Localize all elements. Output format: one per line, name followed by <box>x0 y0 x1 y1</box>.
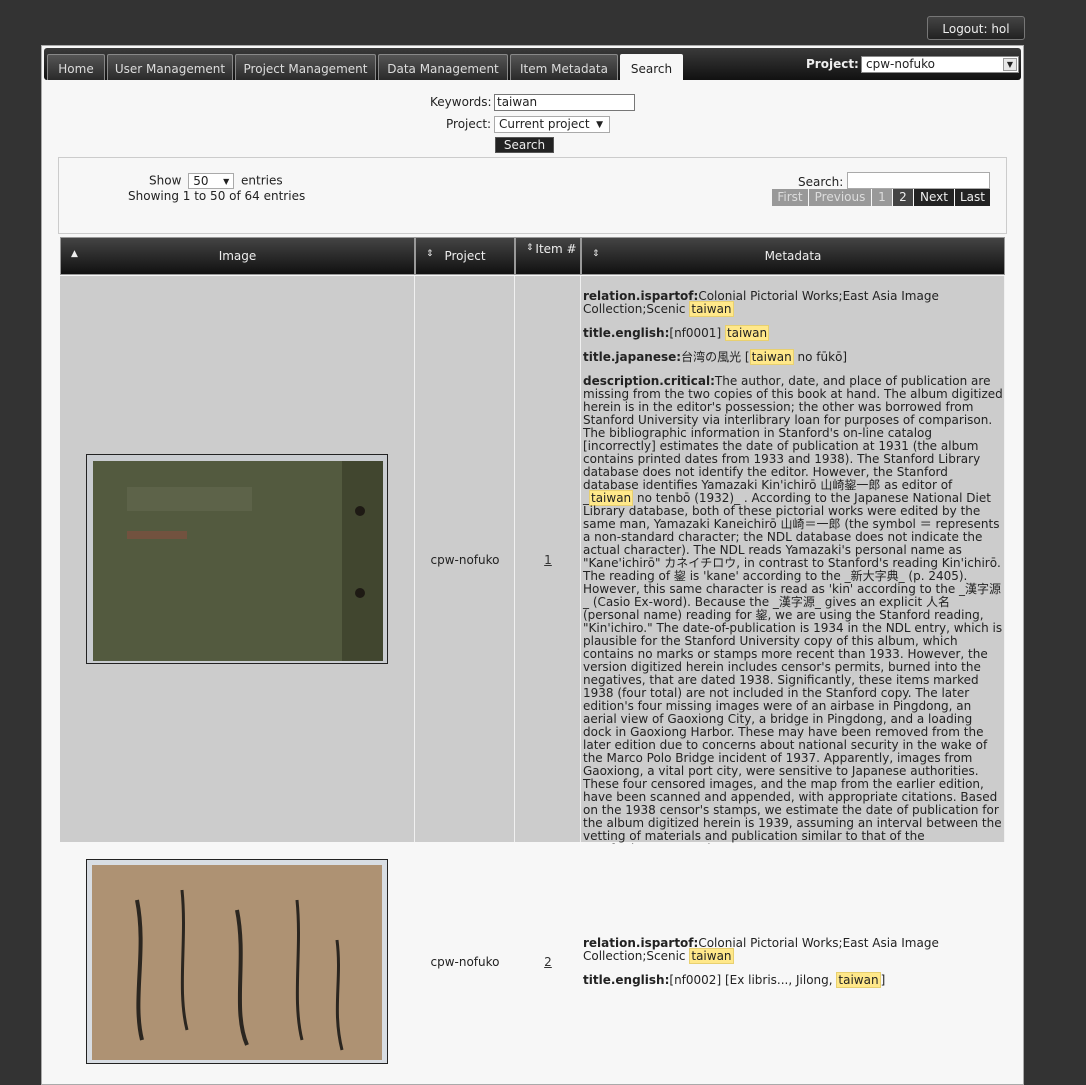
field-key: title.japanese: <box>583 350 682 364</box>
nav-bar: Home User Management Project Management … <box>44 48 1021 82</box>
col-header-item-label: Item # <box>535 242 577 256</box>
field-value: ] <box>880 973 886 987</box>
field-value: [nf0001] <box>669 326 725 340</box>
search-button[interactable]: Search <box>495 137 554 153</box>
item-link[interactable]: 2 <box>515 955 581 969</box>
album-cover-image <box>93 461 383 661</box>
field-key: relation.ispartof: <box>583 936 699 950</box>
col-header-project[interactable]: ⇕ Project <box>415 237 515 275</box>
pager-page-1[interactable]: 1 <box>872 189 892 206</box>
entries-select[interactable]: 50 ▼ <box>188 173 235 189</box>
tab-user-management[interactable]: User Management <box>107 54 233 80</box>
field-value: [nf0002] [Ex libris..., Jilong, <box>669 973 837 987</box>
entries-label: entries <box>241 173 283 188</box>
table-search-label: Search: <box>798 175 844 189</box>
pager-previous[interactable]: Previous <box>809 189 871 206</box>
keywords-label: Keywords: <box>430 95 492 109</box>
project-cell: cpw-nofuko <box>430 955 500 969</box>
chevron-down-icon: ▼ <box>596 120 603 130</box>
keywords-input[interactable]: taiwan <box>494 94 635 111</box>
show-label: Show <box>149 173 182 188</box>
highlight: taiwan <box>689 948 734 964</box>
field-key: description.critical: <box>583 374 715 388</box>
tab-data-management[interactable]: Data Management <box>378 54 508 80</box>
tab-project-management[interactable]: Project Management <box>235 54 376 80</box>
project-select[interactable]: cpw-nofuko ▼ <box>861 56 1019 73</box>
field-value: no fūkō] <box>793 350 848 364</box>
field-value: no tenbō (1932)_ . According to the Japa… <box>583 491 1003 856</box>
project-label: Project: <box>806 57 859 71</box>
highlight: taiwan <box>749 349 794 365</box>
field-value: 台湾の風光 [ <box>681 350 750 364</box>
table-search-input[interactable] <box>847 172 990 189</box>
highlight: taiwan <box>724 325 770 341</box>
field-key: title.english: <box>583 973 670 987</box>
col-header-image-label: Image <box>218 249 257 263</box>
tab-home[interactable]: Home <box>47 54 105 80</box>
col-header-metadata-label: Metadata <box>764 249 822 263</box>
project-filter-value: Current project <box>499 117 590 131</box>
entries-length: Show 50 ▼ entries <box>149 173 283 189</box>
pager-last[interactable]: Last <box>955 189 990 206</box>
metadata-cell: relation.ispartof:Colonial Pictorial Wor… <box>583 290 1004 867</box>
pager-first[interactable]: First <box>772 189 808 206</box>
project-filter-select[interactable]: Current project ▼ <box>494 116 610 133</box>
col-header-project-label: Project <box>444 249 486 263</box>
logout-button[interactable]: Logout: hol <box>927 16 1025 40</box>
highlight: taiwan <box>836 972 881 988</box>
col-header-item[interactable]: ⇕ Item # <box>515 237 581 275</box>
field-value: The author, date, and place of publicati… <box>583 374 1003 505</box>
chevron-down-icon: ▼ <box>223 177 230 186</box>
field-key: title.english: <box>583 326 670 340</box>
field-key: relation.ispartof: <box>583 289 699 303</box>
pager-page-2[interactable]: 2 <box>893 189 913 206</box>
project-cell: cpw-nofuko <box>430 553 500 567</box>
item-thumbnail[interactable] <box>86 859 388 1064</box>
item-link[interactable]: 1 <box>515 553 581 567</box>
ex-libris-image <box>92 865 382 1060</box>
tab-item-metadata[interactable]: Item Metadata <box>510 54 618 80</box>
highlight: taiwan <box>689 301 734 317</box>
project-filter-label: Project: <box>446 117 492 131</box>
entries-value: 50 <box>193 174 209 188</box>
tab-search[interactable]: Search <box>620 54 683 82</box>
pager-next[interactable]: Next <box>914 189 954 206</box>
col-header-metadata[interactable]: ⇕ Metadata <box>581 237 1005 275</box>
table-info: Showing 1 to 50 of 64 entries <box>128 189 306 203</box>
col-header-image[interactable]: ▲ Image <box>60 237 415 275</box>
project-select-value: cpw-nofuko <box>866 57 935 71</box>
item-thumbnail[interactable] <box>86 454 388 664</box>
metadata-cell: relation.ispartof:Colonial Pictorial Wor… <box>583 937 1004 998</box>
chevron-down-icon: ▼ <box>1003 58 1017 71</box>
